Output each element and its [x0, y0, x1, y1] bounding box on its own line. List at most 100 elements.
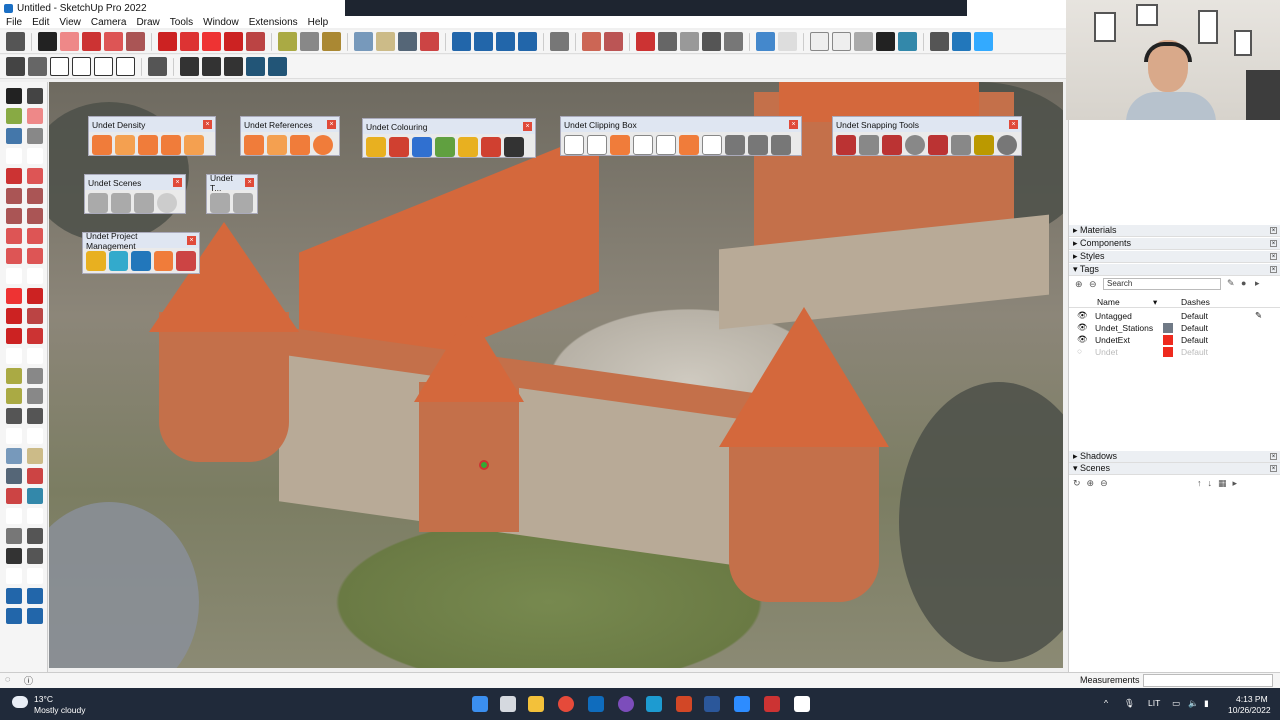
clip-box-import-icon[interactable]: [771, 135, 791, 155]
section-cuts-icon[interactable]: [27, 588, 43, 604]
powerpoint-icon[interactable]: [676, 696, 692, 712]
remove-scene-icon[interactable]: ⊖: [1100, 478, 1108, 489]
position-camera-icon[interactable]: [952, 32, 971, 51]
search-icon[interactable]: [6, 32, 25, 51]
tray-section-components[interactable]: ▸ Components ×: [1069, 238, 1280, 250]
paint-bucket-icon[interactable]: [322, 32, 341, 51]
select-tool-icon[interactable]: [38, 32, 57, 51]
front-view-icon[interactable]: [50, 57, 69, 76]
geo-icon[interactable]: ◌: [5, 674, 10, 684]
close-icon[interactable]: ×: [1270, 253, 1277, 260]
notepad-icon[interactable]: [794, 696, 810, 712]
move-down-icon[interactable]: ↓: [1208, 478, 1213, 489]
pencil-icon[interactable]: [82, 32, 101, 51]
snap-pencil-icon[interactable]: [836, 135, 856, 155]
clip-box-export-icon[interactable]: [748, 135, 768, 155]
dashes-column-header[interactable]: Dashes: [1181, 297, 1210, 307]
tag-row[interactable]: 👁 UndetExt Default: [1069, 334, 1280, 346]
density-lines-icon[interactable]: [138, 135, 158, 155]
details-icon[interactable]: ▸: [1233, 478, 1238, 489]
add-scene-icon[interactable]: ⊕: [1087, 478, 1095, 489]
clip-box-edit-icon[interactable]: [587, 135, 607, 155]
clip-box-active-icon[interactable]: [610, 135, 630, 155]
panel-undet-project-management[interactable]: Undet Project Management ×: [82, 231, 200, 274]
move-icon[interactable]: [202, 32, 221, 51]
tag-row[interactable]: ○ Undet Default: [1069, 346, 1280, 358]
menu-edit[interactable]: Edit: [32, 17, 49, 28]
project-export-icon[interactable]: [153, 251, 174, 271]
file-explorer-icon[interactable]: [528, 696, 544, 712]
tray-section-shadows[interactable]: ▸ Shadows ×: [1069, 451, 1280, 463]
eraser-icon[interactable]: [27, 108, 43, 124]
previous-view-icon[interactable]: [27, 488, 43, 504]
view-options-icon[interactable]: ▦: [1218, 478, 1227, 489]
close-icon[interactable]: ×: [173, 178, 182, 187]
scale-icon[interactable]: [27, 308, 43, 324]
panel-undet-scenes[interactable]: Undet Scenes ×: [84, 174, 186, 214]
orbit-icon[interactable]: [6, 448, 22, 464]
make-component-icon[interactable]: [148, 57, 167, 76]
close-icon[interactable]: ×: [1270, 240, 1277, 247]
iso-view-icon[interactable]: [6, 57, 25, 76]
smoove-icon[interactable]: [658, 32, 677, 51]
solid-subtract-icon[interactable]: [604, 32, 623, 51]
tags-search-input[interactable]: Search: [1103, 278, 1221, 290]
tag-color-swatch[interactable]: [1163, 323, 1173, 333]
follow-me-icon[interactable]: [6, 328, 22, 344]
visibility-eye-icon[interactable]: 👁: [1077, 334, 1088, 345]
refresh-icon[interactable]: ↻: [1073, 478, 1081, 489]
freehand-icon[interactable]: [27, 168, 43, 184]
line-icon[interactable]: [6, 168, 22, 184]
pan-icon[interactable]: [376, 32, 395, 51]
dimension-icon[interactable]: [27, 368, 43, 384]
back-edges-icon[interactable]: [778, 32, 797, 51]
section-plane-icon[interactable]: [6, 588, 22, 604]
chrome-icon[interactable]: [558, 696, 574, 712]
measurements-input[interactable]: [1143, 674, 1273, 687]
section-plane-icon[interactable]: [452, 32, 471, 51]
monochrome-icon[interactable]: [898, 32, 917, 51]
panel-undet-density[interactable]: Undet Density ×: [88, 116, 216, 156]
three-point-arc-icon[interactable]: [27, 228, 43, 244]
protractor-icon[interactable]: [6, 388, 22, 404]
axes-icon[interactable]: [930, 32, 949, 51]
scale-icon[interactable]: [246, 32, 265, 51]
project-add-icon[interactable]: [176, 251, 196, 271]
tag-tool-icon[interactable]: [27, 128, 43, 144]
snap-line-icon[interactable]: [859, 135, 879, 155]
tray-section-scenes[interactable]: ▾ Scenes ×: [1069, 463, 1280, 475]
menu-draw[interactable]: Draw: [136, 17, 159, 28]
add-folder-icon[interactable]: ⊖: [1089, 279, 1097, 290]
snap-plane-icon[interactable]: [928, 135, 948, 155]
push-pull-icon[interactable]: [27, 288, 43, 304]
back-view-icon[interactable]: [94, 57, 113, 76]
clip-box-fill-icon[interactable]: [679, 135, 699, 155]
stamp-icon[interactable]: [680, 32, 699, 51]
scene-add-icon[interactable]: [88, 193, 108, 213]
section-fill-icon[interactable]: [518, 32, 537, 51]
pan-icon[interactable]: [27, 448, 43, 464]
volume-icon[interactable]: 🔈: [1188, 698, 1199, 709]
close-icon[interactable]: ×: [789, 120, 798, 129]
visibility-eye-icon[interactable]: 👁: [1077, 322, 1088, 333]
select-icon[interactable]: [6, 88, 22, 104]
top-view-icon[interactable]: [28, 57, 47, 76]
start-menu-icon[interactable]: [472, 696, 488, 712]
outlook-icon[interactable]: [588, 696, 604, 712]
snap-measure-icon[interactable]: [974, 135, 994, 155]
colour-rgb-icon[interactable]: [366, 137, 386, 157]
reference-globe-icon[interactable]: [313, 135, 333, 155]
colour-normal-icon[interactable]: [435, 137, 455, 157]
walk-icon[interactable]: [974, 32, 993, 51]
sketchup-taskbar-icon[interactable]: [764, 696, 780, 712]
look-around-icon[interactable]: [27, 528, 43, 544]
wireframe-icon[interactable]: [810, 32, 829, 51]
close-icon[interactable]: ×: [523, 122, 532, 131]
weather-temp[interactable]: 13°C: [34, 694, 53, 704]
menu-extensions[interactable]: Extensions: [249, 17, 298, 28]
hidden-line-icon[interactable]: [832, 32, 851, 51]
zoom-app-icon[interactable]: [734, 696, 750, 712]
move-up-icon[interactable]: ↑: [1197, 478, 1202, 489]
panel-undet-references[interactable]: Undet References ×: [240, 116, 340, 156]
model-viewport[interactable]: [49, 82, 1063, 668]
